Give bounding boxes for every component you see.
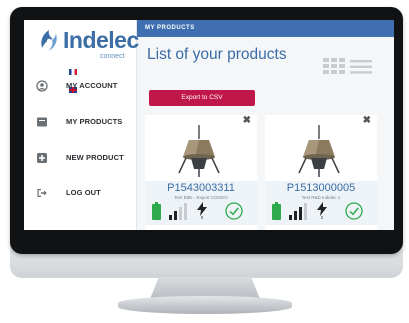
product-id[interactable]: P1513000005 <box>265 182 377 194</box>
export-csv-button[interactable]: Export to CSV <box>149 90 255 106</box>
battery-icon <box>272 202 281 220</box>
list-view-icon[interactable] <box>350 60 372 74</box>
page-title: List of your products <box>147 46 287 63</box>
product-description: Test R&D Indelec 1 <box>301 195 341 200</box>
monitor-scene: Indelec connect MY ACCOUNT MY PRODUCTS N… <box>0 0 409 323</box>
signal-strength-icon <box>169 203 187 220</box>
monitor-stand-base <box>118 296 292 314</box>
flag-fr-icon[interactable] <box>69 69 77 75</box>
lightning-rod-device-image <box>298 125 340 177</box>
language-selector <box>69 62 87 93</box>
main-content: MY PRODUCTS List of your products Export… <box>137 20 394 230</box>
sidebar-item-label: LOG OUT <box>66 188 101 197</box>
brand-name: Indelec <box>63 27 139 53</box>
add-icon <box>37 153 47 163</box>
products-icon <box>37 117 47 127</box>
sidebar-item-my-products[interactable]: MY PRODUCTS <box>24 113 136 131</box>
close-icon[interactable]: ✖ <box>363 115 371 126</box>
product-card[interactable]: ✖ P1543003311 Test Bitts - Export CONGO <box>145 115 257 230</box>
sidebar-item-my-account[interactable]: MY ACCOUNT <box>24 77 136 95</box>
brand-logo[interactable]: Indelec connect <box>36 26 139 60</box>
strike-count: 2 <box>320 215 324 220</box>
product-info: P1543003311 Test Bitts - Export CONGO 0 <box>145 181 257 225</box>
logout-icon <box>37 189 47 197</box>
account-icon <box>36 80 48 92</box>
grid-view-icon[interactable] <box>323 58 345 74</box>
check-icon <box>225 202 243 220</box>
topbar: MY PRODUCTS <box>137 20 394 37</box>
signal-strength-icon <box>289 203 307 220</box>
product-info: P1513000005 Test R&D Indelec 1 2 <box>265 181 377 225</box>
sidebar-item-label: MY PRODUCTS <box>66 117 123 126</box>
topbar-title: MY PRODUCTS <box>145 25 195 31</box>
strike-count: 0 <box>200 215 204 220</box>
product-id[interactable]: P1543003311 <box>145 182 257 194</box>
sidebar-item-label: NEW PRODUCT <box>66 153 124 162</box>
battery-icon <box>152 202 161 220</box>
product-description: Test Bitts - Export CONGO <box>174 195 228 200</box>
lightning-icon <box>197 202 207 216</box>
lightning-icon <box>317 202 327 216</box>
sidebar-item-log-out[interactable]: LOG OUT <box>24 184 136 202</box>
app-screen: Indelec connect MY ACCOUNT MY PRODUCTS N… <box>24 20 394 230</box>
check-icon <box>345 202 363 220</box>
brand-subtitle: connect <box>100 53 125 60</box>
sidebar-item-label: MY ACCOUNT <box>66 81 118 90</box>
sidebar-item-new-product[interactable]: NEW PRODUCT <box>24 149 136 167</box>
sidebar: Indelec connect MY ACCOUNT MY PRODUCTS N… <box>24 20 139 230</box>
close-icon[interactable]: ✖ <box>243 115 251 126</box>
product-card[interactable]: ✖ P1513000005 Test R&D Indelec 1 2 <box>265 115 377 230</box>
lightning-rod-device-image <box>178 125 220 177</box>
logo-mark-icon <box>41 30 57 51</box>
